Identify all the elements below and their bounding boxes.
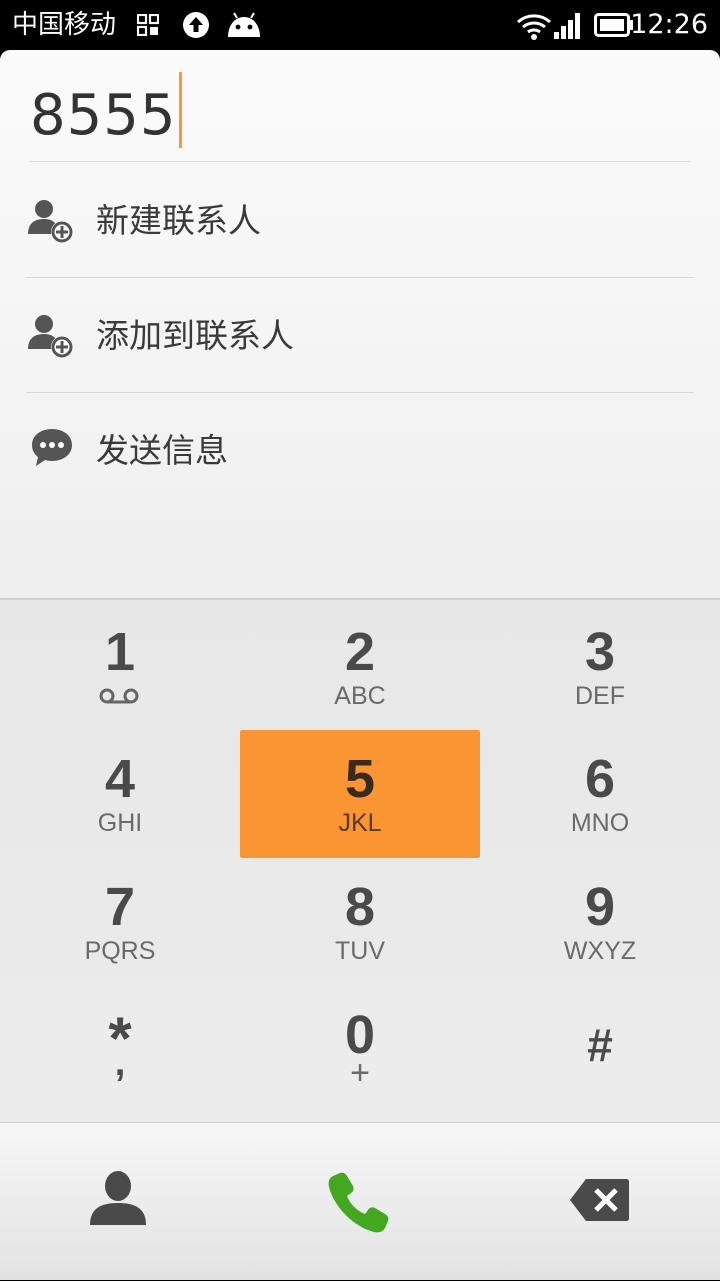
key-1[interactable]: 1 — [0, 603, 240, 731]
dialpad: 1 2 ABC 3 DEF 4 GHI 5 JKL 6 MNO 7 PQRS 8… — [0, 598, 720, 1122]
key-6[interactable]: 6 MNO — [480, 730, 720, 858]
send-message-label: 发送信息 — [96, 431, 228, 470]
key-letters: PQRS — [84, 937, 156, 965]
key-digit: 3 — [584, 622, 616, 682]
backspace-icon — [570, 1179, 629, 1221]
dialed-number-field[interactable]: 8555 — [30, 72, 182, 151]
key-7[interactable]: 7 PQRS — [0, 858, 240, 986]
key-letters: , — [114, 1042, 126, 1084]
clock: 12:26 — [630, 9, 708, 40]
signal-icon — [554, 13, 580, 39]
apps-grid-icon — [137, 14, 159, 36]
key-digit: 8 — [344, 877, 376, 937]
key-9[interactable]: 9 WXYZ — [480, 858, 720, 986]
add-to-contact-option[interactable]: 添加到联系人 — [26, 278, 694, 393]
call-button[interactable] — [240, 1123, 480, 1281]
call-icon — [328, 1172, 389, 1233]
key-letters: ABC — [334, 682, 386, 710]
key-digit: 6 — [584, 749, 616, 809]
battery-icon — [594, 13, 633, 37]
key-4[interactable]: 4 GHI — [0, 730, 240, 858]
carrier-label: 中国移动 — [12, 10, 117, 40]
key-hash[interactable]: # — [480, 986, 720, 1114]
android-icon — [228, 12, 260, 37]
contacts-icon — [90, 1171, 146, 1225]
add-contact-icon — [28, 315, 73, 358]
key-letters: GHI — [97, 809, 143, 837]
dialer-action-bar — [0, 1122, 720, 1280]
key-digit: 2 — [344, 622, 376, 682]
key-letters: + — [350, 1054, 370, 1092]
key-digit: # — [587, 1019, 613, 1071]
key-0[interactable]: 0 + — [240, 986, 480, 1114]
key-digit: 4 — [104, 749, 136, 809]
key-letters: WXYZ — [563, 937, 637, 965]
add-to-contact-label: 添加到联系人 — [96, 316, 294, 355]
contacts-button[interactable] — [0, 1123, 240, 1281]
key-2[interactable]: 2 ABC — [240, 603, 480, 731]
key-5[interactable]: 5 JKL — [240, 730, 480, 858]
dialer-panel: 8555 新建联系人 添加到联系人 发送信息 — [0, 50, 720, 598]
send-message-option[interactable]: 发送信息 — [26, 393, 694, 508]
dialed-number: 8555 — [30, 83, 177, 148]
upload-icon — [183, 12, 209, 38]
voicemail-icon — [99, 688, 139, 704]
key-digit: 1 — [104, 622, 136, 682]
status-bar: 中国移动 12:26 — [0, 0, 720, 50]
key-digit: 5 — [344, 749, 376, 809]
key-letters: JKL — [338, 809, 382, 837]
key-digit: 9 — [584, 877, 616, 937]
key-letters: DEF — [575, 682, 625, 710]
key-letters: MNO — [570, 809, 630, 837]
key-3[interactable]: 3 DEF — [480, 603, 720, 731]
message-bubble-icon — [32, 429, 72, 466]
add-contact-icon — [28, 200, 73, 243]
new-contact-option[interactable]: 新建联系人 — [26, 163, 694, 278]
wifi-icon — [517, 14, 551, 40]
new-contact-label: 新建联系人 — [96, 201, 261, 240]
key-letters: TUV — [335, 937, 385, 965]
text-cursor — [178, 72, 182, 148]
key-digit: 7 — [104, 877, 136, 937]
key-8[interactable]: 8 TUV — [240, 858, 480, 986]
backspace-button[interactable] — [480, 1123, 720, 1281]
key-star[interactable]: * , — [0, 986, 240, 1114]
number-input-row[interactable]: 8555 — [30, 50, 690, 162]
